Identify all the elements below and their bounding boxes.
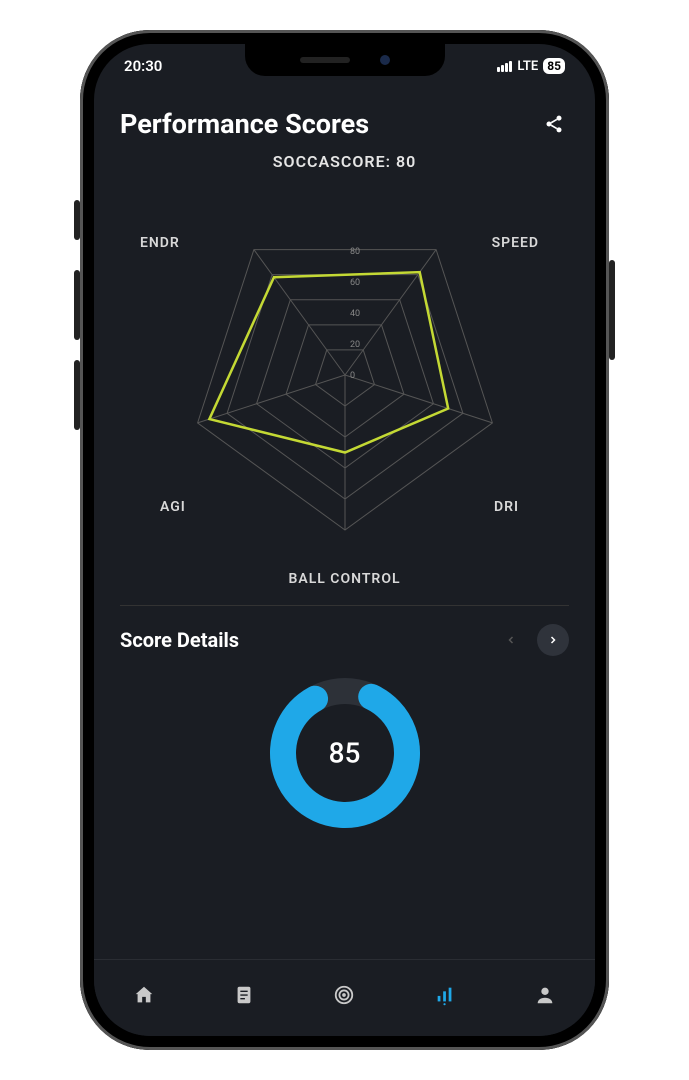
notch: [245, 44, 445, 76]
soccascore-label: SOCCASCORE: 80: [120, 152, 569, 171]
svg-text:80: 80: [350, 247, 360, 257]
score-ring-value: 85: [329, 737, 361, 770]
tab-notes[interactable]: [224, 975, 264, 1015]
tab-bar: [94, 959, 595, 1036]
divider: [120, 605, 569, 606]
share-button[interactable]: [539, 109, 569, 139]
svg-text:60: 60: [350, 278, 360, 288]
target-icon: [333, 984, 355, 1006]
axis-label-agi: AGI: [160, 499, 186, 515]
score-ring: 85: [120, 668, 569, 838]
share-icon: [544, 114, 564, 134]
stats-icon: [434, 984, 456, 1006]
profile-icon: [534, 984, 556, 1006]
battery-icon: 85: [543, 58, 565, 74]
axis-label-speed: SPEED: [492, 235, 539, 251]
notes-icon: [233, 984, 255, 1006]
chevron-right-icon: [547, 634, 559, 646]
axis-label-dri: DRI: [494, 499, 519, 515]
screen: 20:30 LTE 85 Performance Scores: [94, 44, 595, 1036]
axis-label-ball: BALL CONTROL: [288, 571, 400, 587]
prev-button[interactable]: [495, 624, 527, 656]
tab-profile[interactable]: [525, 975, 565, 1015]
tab-home[interactable]: [124, 975, 164, 1015]
phone-frame: 20:30 LTE 85 Performance Scores: [80, 30, 609, 1050]
score-details-title: Score Details: [120, 628, 239, 652]
svg-text:20: 20: [350, 340, 360, 350]
radar-chart: 0 20 40 60 80 SPEED DRI BALL CONTROL AGI END…: [120, 175, 569, 595]
next-button[interactable]: [537, 624, 569, 656]
axis-label-endr: ENDR: [140, 235, 180, 251]
page-title: Performance Scores: [120, 108, 369, 140]
status-network: LTE: [517, 59, 538, 74]
chevron-left-icon: [505, 634, 517, 646]
tab-target[interactable]: [324, 975, 364, 1015]
svg-text:40: 40: [350, 309, 360, 319]
home-icon: [133, 984, 155, 1006]
svg-text:0: 0: [350, 371, 355, 381]
tab-stats[interactable]: [425, 975, 465, 1015]
signal-icon: [497, 61, 512, 72]
status-time: 20:30: [124, 57, 162, 75]
